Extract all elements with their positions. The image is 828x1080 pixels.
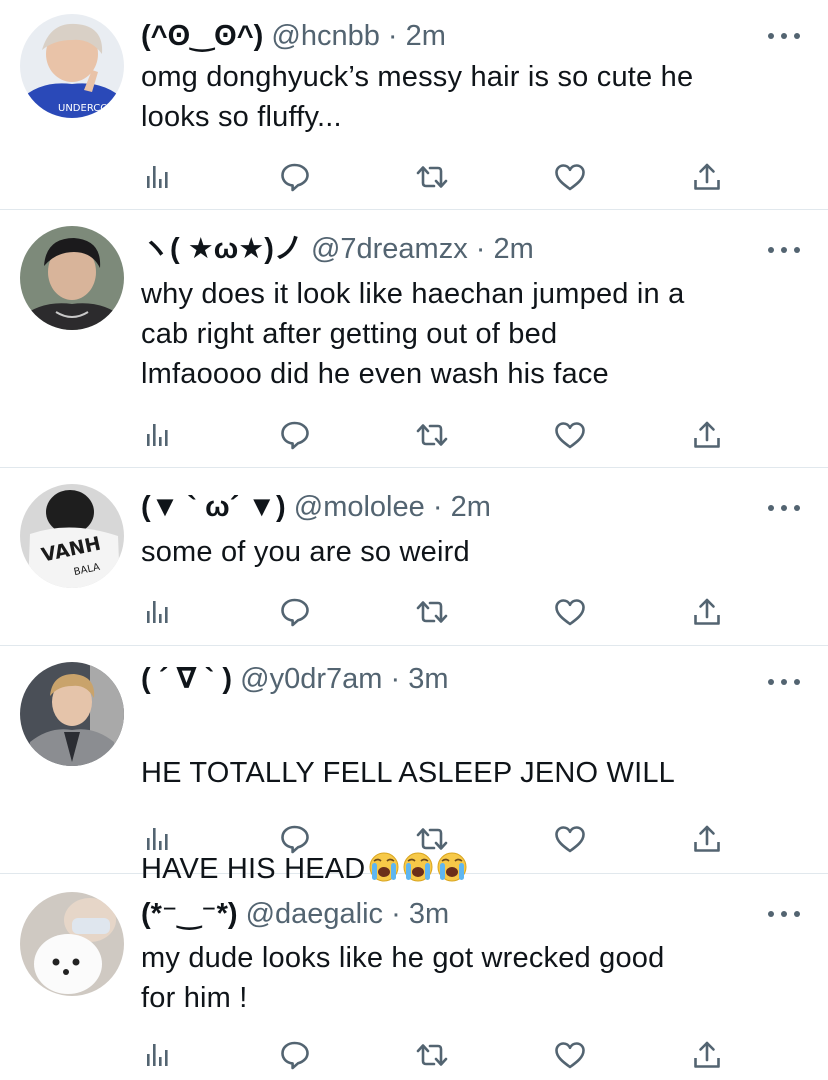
tweet[interactable]: (*⁻‿⁻*) @daegalic · 3m my dude looks lik… [0, 874, 828, 1080]
reply-icon[interactable] [278, 160, 312, 194]
like-icon[interactable] [553, 160, 587, 194]
display-name[interactable]: (^ʘ‿ʘ^) [141, 20, 263, 52]
retweet-icon[interactable] [415, 595, 449, 629]
display-name[interactable]: (▼ ` ω´ ▼) [141, 491, 286, 523]
like-icon[interactable] [553, 1038, 587, 1072]
separator-dot: · [387, 20, 398, 52]
separator-dot: · [432, 491, 443, 523]
avatar[interactable]: VANH BALA [20, 484, 124, 588]
analytics-icon[interactable] [141, 595, 175, 629]
display-name[interactable]: ( ´ ∇ ` ) [141, 663, 232, 695]
reply-icon[interactable] [278, 822, 312, 856]
analytics-icon[interactable] [141, 160, 175, 194]
share-icon[interactable] [690, 1038, 724, 1072]
username-handle[interactable]: @daegalic [246, 898, 383, 930]
avatar[interactable] [20, 226, 124, 330]
like-icon[interactable] [553, 822, 587, 856]
like-icon[interactable] [553, 418, 587, 452]
tweet-actions [141, 822, 726, 856]
more-options-icon[interactable] [768, 908, 800, 920]
username-handle[interactable]: @7dreamzx [311, 233, 468, 265]
display-name[interactable]: (*⁻‿⁻*) [141, 898, 238, 930]
username-handle[interactable]: @mololee [294, 491, 425, 523]
tweet-actions [141, 1038, 726, 1072]
timestamp[interactable]: 2m [451, 491, 491, 523]
more-options-icon[interactable] [768, 30, 800, 42]
analytics-icon[interactable] [141, 418, 175, 452]
more-options-icon[interactable] [768, 676, 800, 688]
analytics-icon[interactable] [141, 822, 175, 856]
avatar[interactable]: UNDERCOVER [20, 14, 124, 118]
more-options-icon[interactable] [768, 502, 800, 514]
tweet[interactable]: ( ´ ∇ ` ) @y0dr7am · 3m HE TOTALLY FELL … [0, 646, 828, 885]
tweet-header: ヽ( ★ω★)ノ @7dreamzx · 2m [141, 230, 768, 268]
share-icon[interactable] [690, 595, 724, 629]
tweet-text: my dude looks like he got wrecked good f… [141, 942, 665, 1014]
timestamp[interactable]: 3m [409, 898, 449, 930]
reply-icon[interactable] [278, 1038, 312, 1072]
reply-icon[interactable] [278, 595, 312, 629]
tweet-text-line: HE TOTALLY FELL ASLEEP JENO WILL [141, 757, 676, 789]
separator-dot: · [475, 233, 486, 265]
share-icon[interactable] [690, 822, 724, 856]
tweet-text: omg donghyuck’s messy hair is so cute he… [141, 61, 694, 133]
tweet-actions [141, 418, 726, 452]
tweet-actions [141, 595, 726, 629]
avatar-caption: UNDERCOVER [58, 103, 124, 114]
timestamp[interactable]: 2m [406, 20, 446, 52]
display-name[interactable]: ヽ( ★ω★)ノ [141, 233, 303, 265]
analytics-icon[interactable] [141, 1038, 175, 1072]
tweet-actions [141, 160, 726, 194]
timestamp[interactable]: 2m [494, 233, 534, 265]
timestamp[interactable]: 3m [408, 663, 448, 695]
tweet[interactable]: VANH BALA (▼ ` ω´ ▼) @mololee · 2m some … [0, 468, 828, 646]
tweet-header: ( ´ ∇ ` ) @y0dr7am · 3m [141, 660, 768, 698]
tweet-feed: UNDERCOVER (^ʘ‿ʘ^) @hcnbb · 2m omg dongh… [0, 0, 828, 1080]
avatar[interactable] [20, 662, 124, 766]
share-icon[interactable] [690, 418, 724, 452]
reply-icon[interactable] [278, 418, 312, 452]
username-handle[interactable]: @hcnbb [271, 20, 379, 52]
avatar[interactable] [20, 892, 124, 996]
tweet[interactable]: ヽ( ★ω★)ノ @7dreamzx · 2m why does it look… [0, 210, 828, 468]
tweet-text: some of you are so weird [141, 536, 470, 568]
share-icon[interactable] [690, 160, 724, 194]
separator-dot: · [390, 663, 401, 695]
tweet[interactable]: UNDERCOVER (^ʘ‿ʘ^) @hcnbb · 2m omg dongh… [0, 0, 828, 210]
retweet-icon[interactable] [415, 418, 449, 452]
more-options-icon[interactable] [768, 244, 800, 256]
retweet-icon[interactable] [415, 160, 449, 194]
like-icon[interactable] [553, 595, 587, 629]
username-handle[interactable]: @y0dr7am [240, 663, 382, 695]
tweet-text: why does it look like haechan jumped in … [141, 278, 685, 390]
separator-dot: · [391, 898, 401, 930]
retweet-icon[interactable] [415, 1038, 449, 1072]
retweet-icon[interactable] [415, 822, 449, 856]
tweet-header: (*⁻‿⁻*) @daegalic · 3m [141, 895, 768, 933]
tweet-header: (^ʘ‿ʘ^) @hcnbb · 2m [141, 17, 768, 55]
tweet-header: (▼ ` ω´ ▼) @mololee · 2m [141, 488, 768, 526]
